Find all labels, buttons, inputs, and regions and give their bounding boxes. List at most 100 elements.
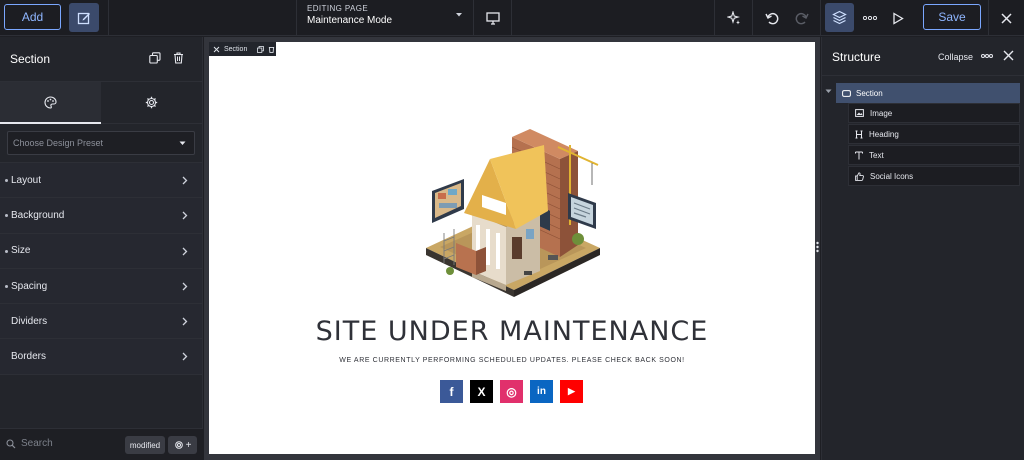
divider xyxy=(752,0,753,36)
structure-title: Structure xyxy=(832,50,881,64)
tree-item-section[interactable]: Section xyxy=(836,83,1020,103)
structure-header: Structure Collapse xyxy=(822,37,1024,76)
chevron-right-icon xyxy=(182,317,188,326)
chevron-right-icon xyxy=(182,247,188,256)
editing-page-value: Maintenance Mode xyxy=(307,15,393,26)
chevron-right-icon xyxy=(182,176,188,185)
chevron-right-icon xyxy=(182,211,188,220)
tree-item-label: Image xyxy=(870,108,893,118)
tree-item-label: Social Icons xyxy=(870,171,914,181)
section-tag-label: Section xyxy=(224,45,248,53)
trash-icon[interactable] xyxy=(268,46,275,53)
thumbs-up-icon xyxy=(855,171,864,181)
redo-button[interactable] xyxy=(784,0,820,36)
section-label: Size xyxy=(11,245,31,257)
gear-icon xyxy=(145,96,158,109)
more-icon xyxy=(863,16,877,20)
pencil-icon xyxy=(77,12,90,24)
divider xyxy=(820,0,821,36)
tab-settings[interactable] xyxy=(101,82,202,123)
add-button[interactable]: Add xyxy=(4,4,61,30)
section-background[interactable]: Background xyxy=(0,198,202,234)
youtube-glyph: ▶ xyxy=(568,386,575,396)
construction-illustration xyxy=(426,129,600,297)
panel-footer: Search modified + xyxy=(0,428,203,460)
search-icon xyxy=(6,438,16,448)
page-heading[interactable]: SITE UNDER MAINTENANCE xyxy=(209,316,815,347)
section-borders[interactable]: Borders xyxy=(0,339,202,375)
modified-dot xyxy=(5,214,8,218)
close-icon xyxy=(1000,12,1012,24)
section-layout[interactable]: Layout xyxy=(0,163,202,199)
tree-item-label: Text xyxy=(869,150,884,160)
x-icon[interactable]: X xyxy=(470,380,493,403)
trash-icon[interactable] xyxy=(173,52,184,64)
design-preset-placeholder: Choose Design Preset xyxy=(13,138,104,148)
section-label: Dividers xyxy=(11,315,48,327)
tree-item-heading[interactable]: Heading xyxy=(848,124,1020,144)
redo-icon xyxy=(795,12,809,25)
structure-toggle-button[interactable] xyxy=(825,3,854,32)
responsive-button[interactable] xyxy=(475,0,511,36)
preset-wrapper: Choose Design Preset xyxy=(0,124,202,163)
desktop-icon xyxy=(486,11,500,25)
youtube-icon[interactable]: ▶ xyxy=(560,380,583,403)
save-button[interactable]: Save xyxy=(923,4,981,30)
tree-item-image[interactable]: Image xyxy=(848,103,1020,123)
duplicate-icon[interactable] xyxy=(257,45,265,53)
top-bar: Add EDITING PAGE Maintenance Mode Save xyxy=(0,0,1024,36)
panel-header: Section xyxy=(0,37,202,82)
more-icon[interactable] xyxy=(981,50,993,62)
section-icon xyxy=(842,89,851,97)
section-label: Spacing xyxy=(11,280,48,292)
modified-dot xyxy=(5,249,8,253)
panel-title: Section xyxy=(10,52,51,66)
section-size[interactable]: Size xyxy=(0,233,202,269)
design-preset-select[interactable]: Choose Design Preset xyxy=(7,131,195,155)
structure-panel: Structure Collapse Section Image Heading… xyxy=(821,37,1024,460)
resize-handle-icon[interactable] xyxy=(815,240,820,254)
tree-item-text[interactable]: Text xyxy=(848,145,1020,165)
facebook-glyph: f xyxy=(449,384,454,399)
section-label: Layout xyxy=(11,174,42,186)
page-subtext[interactable]: WE ARE CURRENTLY PERFORMING SCHEDULED UP… xyxy=(209,357,815,364)
play-icon xyxy=(893,11,904,25)
page-selector[interactable]: EDITING PAGE Maintenance Mode xyxy=(296,0,474,36)
preview-button[interactable] xyxy=(880,0,916,36)
close-icon[interactable] xyxy=(1003,50,1014,61)
settings-panel: Section Choose Design Preset Layout Back… xyxy=(0,37,203,460)
section-spacing[interactable]: Spacing xyxy=(0,268,202,305)
instagram-glyph: ◎ xyxy=(506,384,517,399)
close-editor-button[interactable] xyxy=(988,0,1024,36)
chevron-right-icon xyxy=(182,353,188,361)
divider xyxy=(108,0,109,36)
edit-button[interactable] xyxy=(69,3,99,32)
facebook-icon[interactable]: f xyxy=(440,380,463,403)
divider xyxy=(714,0,715,36)
settings-search[interactable]: Search xyxy=(6,438,53,449)
settings-tabs xyxy=(0,82,202,124)
linkedin-icon[interactable]: in xyxy=(530,380,553,403)
tree-item-social-icons[interactable]: Social Icons xyxy=(848,166,1020,186)
section-label: Background xyxy=(11,209,65,221)
instagram-icon[interactable]: ◎ xyxy=(500,380,523,403)
section-element-tag[interactable]: Section xyxy=(209,42,276,56)
caret-down-icon[interactable] xyxy=(825,89,832,94)
search-placeholder: Search xyxy=(21,438,53,449)
add-setting-button[interactable]: + xyxy=(168,436,197,454)
section-dividers[interactable]: Dividers xyxy=(0,304,202,340)
collapse-button[interactable]: Collapse xyxy=(938,52,973,62)
sparkle-icon xyxy=(727,11,740,25)
linkedin-glyph: in xyxy=(537,386,546,397)
modified-filter-badge[interactable]: modified xyxy=(125,436,165,454)
duplicate-icon[interactable] xyxy=(149,52,161,64)
tree-item-label: Section xyxy=(856,88,883,98)
ai-button[interactable] xyxy=(716,0,752,36)
divider xyxy=(511,0,512,36)
tab-style[interactable] xyxy=(0,82,101,124)
image-icon xyxy=(855,109,864,117)
tree-item-label: Heading xyxy=(869,129,899,139)
undo-icon xyxy=(765,12,779,25)
modified-dot xyxy=(5,179,8,182)
gear-icon xyxy=(174,441,183,449)
